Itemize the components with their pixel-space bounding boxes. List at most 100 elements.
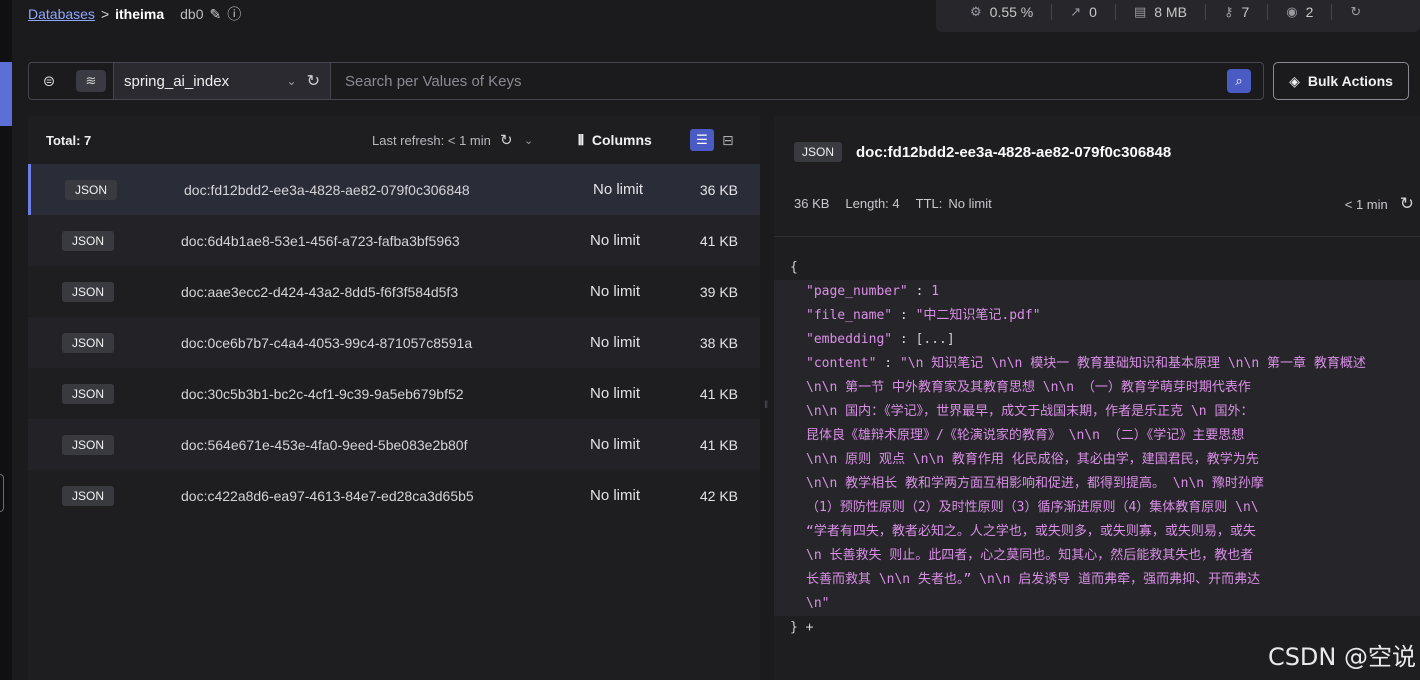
key-name: doc:aae3ecc2-d424-43a2-8dd5-f6f3f584d5f3 (181, 283, 459, 300)
filter-bar: ⊜ ≋ spring_ai_index ⌄ ↻ ⌕ (28, 62, 1264, 100)
bulk-actions-label: Bulk Actions (1307, 73, 1393, 89)
json-content-first-line: "content" : "\n 知识笔记 \n\n 模块一 教育基础知识和基本原… (806, 356, 1366, 371)
sidebar-collapse-handle[interactable] (0, 474, 4, 512)
key-name: doc:30c5b3b1-bc2c-4cf1-9c39-9a5eb679bf52 (181, 385, 464, 402)
breadcrumb-databases-link[interactable]: Databases (28, 6, 95, 22)
detail-size: 36 KB (794, 196, 830, 211)
info-icon[interactable]: ⓘ (227, 4, 241, 24)
memory-stat: ▤ 8 MB (1116, 4, 1206, 20)
keys-stat: ⚷ 7 (1206, 4, 1269, 20)
key-ttl: No limit (590, 436, 641, 453)
key-size: 36 KB (699, 181, 738, 198)
key-name: doc:c422a8d6-ea97-4613-84e7-ed28ca3d65b5 (181, 487, 474, 504)
key-size: 41 KB (699, 436, 738, 453)
detail-length: Length: 4 (845, 196, 900, 211)
detail-refresh: < 1 min ↻ (1345, 194, 1414, 214)
type-badge: JSON (794, 142, 842, 162)
search-icon[interactable]: ⌕ (1227, 69, 1251, 93)
type-badge: JSON (62, 230, 114, 251)
pencil-icon[interactable]: ✎ (210, 6, 222, 23)
total-count: Total: 7 (46, 132, 92, 148)
table-row[interactable]: JSON doc:0ce6b7b7-c4a4-4053-99c4-871057c… (28, 317, 760, 368)
memory-icon: ▤ (1133, 4, 1147, 19)
key-ttl: No limit (590, 232, 641, 249)
key-size: 42 KB (699, 487, 738, 504)
type-badge: JSON (62, 434, 114, 455)
detail-title: JSON doc:fd12bdd2-ee3a-4828-ae82-079f0c3… (794, 142, 1171, 162)
detail-meta: 36 KB Length: 4 TTL: No limit (794, 196, 992, 211)
json-content-line: 长善而救其 \n\n 失者也。” \n\n 启发诱导 道而弗牵，强而弗抑、开而弗… (806, 572, 1261, 587)
columns-icon: ⫴ (578, 131, 584, 148)
key-list-header: Total: 7 Last refresh: < 1 min ↻ ⌄ ⫴ Colu… (28, 116, 760, 164)
json-content-line: \n\n 原则 观点 \n\n 教育作用 化民成俗，其必由学，建国君民，教学为先 (806, 452, 1259, 467)
refresh-icon[interactable]: ↻ (1350, 4, 1361, 20)
index-search-icon: ≋ (76, 70, 106, 92)
grip-icon: ‖ (764, 400, 769, 411)
json-content-line: \n\n 第一节 中外教育家及其教育思想 \n\n （一）教育学萌芽时期代表作 (806, 380, 1251, 395)
key-size: 41 KB (699, 232, 738, 249)
index-select-value: spring_ai_index (124, 72, 230, 90)
columns-button[interactable]: ⫴ Columns (578, 132, 652, 149)
ops-icon: ↗ (1070, 4, 1082, 19)
json-field-file-name[interactable]: "file_name" : "中二知识笔记.pdf" (774, 304, 1420, 328)
json-field-page-number[interactable]: "page_number" : 1 (774, 280, 1420, 304)
key-ttl: No limit (590, 385, 641, 402)
refresh-icon[interactable]: ↻ (1400, 194, 1414, 214)
table-row[interactable]: JSON doc:30c5b3b1-bc2c-4cf1-9c39-9a5eb67… (28, 368, 760, 419)
divider (774, 236, 1420, 237)
detail-key-name[interactable]: doc:fd12bdd2-ee3a-4828-ae82-079f0c306848 (856, 144, 1171, 161)
key-name: doc:fd12bdd2-ee3a-4828-ae82-079f0c306848 (184, 181, 470, 198)
table-row[interactable]: JSON doc:564e671e-453e-4fa0-9eed-5be083e… (28, 419, 760, 470)
cpu-stat: ⚙ 0.55 % (952, 4, 1053, 20)
nav-active-indicator[interactable] (0, 62, 12, 126)
database-stats: ⚙ 0.55 % ↗ 0 ▤ 8 MB ⚷ 7 ◉ 2 ↻ (936, 0, 1420, 32)
bulk-actions-button[interactable]: ◈ Bulk Actions (1273, 62, 1409, 100)
filter-icon[interactable]: ⊜ (29, 63, 69, 99)
json-content-line: “学者有四失，教者必知之。人之学也，或失则多，或失则寡，或失则易，或失 (806, 524, 1256, 539)
refresh-index-icon[interactable]: ↻ (307, 71, 320, 91)
stats-refresh[interactable]: ↻ (1332, 4, 1379, 20)
key-name: doc:0ce6b7b7-c4a4-4053-99c4-871057c8591a (181, 334, 473, 351)
index-select[interactable]: spring_ai_index ⌄ ↻ (113, 63, 331, 99)
breadcrumb-separator: > (100, 6, 110, 22)
key-ttl: No limit (590, 487, 641, 504)
database-index: db0 (180, 6, 204, 22)
json-content-line: \n\n 教学相长 教和学两方面互相影响和促进，都得到提高。 \n\n 豫时孙摩 (806, 476, 1264, 491)
chevron-down-icon[interactable]: ⌄ (524, 134, 533, 147)
type-badge: JSON (65, 179, 117, 200)
table-row[interactable]: JSON doc:6d4b1ae8-53e1-456f-a723-fafba3b… (28, 215, 760, 266)
list-view-icon[interactable]: ☰ (690, 129, 714, 151)
key-ttl: No limit (590, 283, 641, 300)
json-content-line: （1）预防性原则（2）及时性原则（3）循序渐进原则（4）集体教育原则 \n\ (806, 500, 1259, 515)
tree-view-icon[interactable]: ⊟ (722, 132, 734, 149)
detail-ttl[interactable]: TTL: No limit (916, 196, 992, 211)
search-input[interactable] (331, 63, 1227, 99)
table-row[interactable]: JSON doc:c422a8d6-ea97-4613-84e7-ed28ca3… (28, 470, 760, 521)
type-badge: JSON (62, 281, 114, 302)
json-content-line: 昆体良《雄辩术原理》/《轮演说家的教育》 \n\n （二）《学记》主要思想 (806, 428, 1245, 443)
watermark: CSDN @空说 (1267, 643, 1416, 671)
json-viewer: { "page_number" : 1 "file_name" : "中二知识笔… (774, 256, 1420, 640)
json-field-content[interactable]: "content" : "\n 知识笔记 \n\n 模块一 教育基础知识和基本原… (774, 352, 1420, 616)
top-bar: Databases > itheima db0 ✎ ⓘ ⚙ 0.55 % ↗ 0 ▤… (12, 0, 1420, 32)
type-badge: JSON (62, 332, 114, 353)
table-row[interactable]: JSON doc:aae3ecc2-d424-43a2-8dd5-f6f3f58… (28, 266, 760, 317)
key-size: 39 KB (699, 283, 738, 300)
breadcrumb: Databases > itheima db0 ✎ ⓘ (28, 4, 241, 24)
key-detail-panel: JSON doc:fd12bdd2-ee3a-4828-ae82-079f0c3… (774, 116, 1420, 680)
table-row[interactable]: JSON doc:fd12bdd2-ee3a-4828-ae82-079f0c3… (28, 164, 760, 215)
left-nav-bar (0, 0, 12, 680)
key-name: doc:564e671e-453e-4fa0-9eed-5be083e2b80f (181, 436, 468, 453)
key-icon: ⚷ (1223, 4, 1234, 19)
refresh-icon[interactable]: ↻ (500, 131, 513, 149)
json-open-brace: { (790, 260, 798, 275)
user-icon: ◉ (1286, 4, 1298, 19)
json-field-embedding[interactable]: "embedding" : [...] (774, 328, 1420, 352)
detail-refresh-time: < 1 min (1344, 196, 1388, 212)
chevron-down-icon[interactable]: ⌄ (287, 74, 297, 88)
key-size: 41 KB (699, 385, 738, 402)
search-mode-toggle[interactable]: ≋ (69, 63, 113, 99)
panel-resize-handle[interactable]: ‖ (760, 116, 774, 680)
cpu-icon: ⚙ (970, 4, 982, 19)
key-size: 38 KB (699, 334, 738, 351)
